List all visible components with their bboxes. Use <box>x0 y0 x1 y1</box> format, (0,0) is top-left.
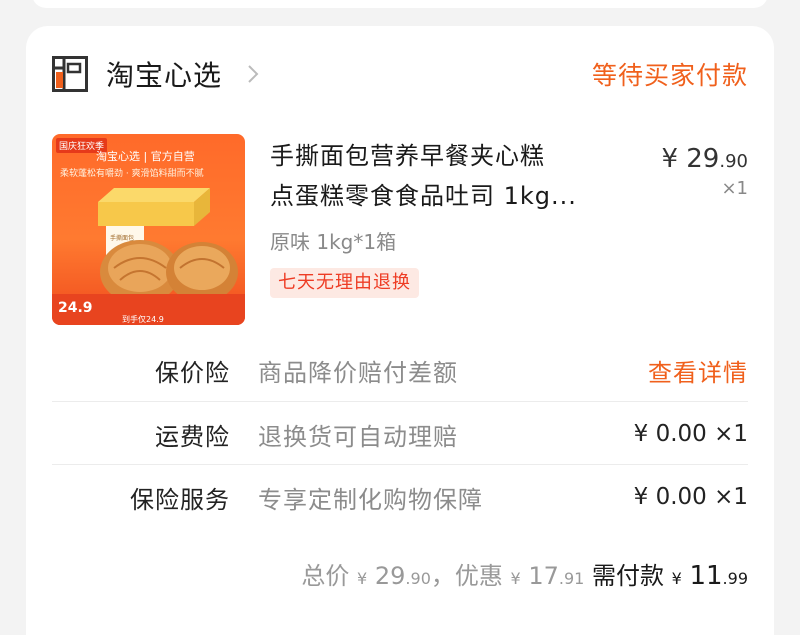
separator: ， <box>430 562 455 590</box>
service-label: 运费险 <box>155 422 230 451</box>
service-label: 保险服务 <box>130 485 230 514</box>
service-amount: ¥ 0.00 ×1 <box>633 484 748 510</box>
service-desc: 专享定制化购物保障 <box>258 485 483 514</box>
price-decimal: .90 <box>719 151 748 172</box>
product-quantity: ×1 <box>721 178 748 199</box>
service-row-insurance: 保险服务 专享定制化购物保障 ¥ 0.00 ×1 <box>52 467 748 527</box>
service-row-price-protection: 保价险 商品降价赔付差额 查看详情 <box>52 340 748 400</box>
service-amount: ¥ 0.00 ×1 <box>633 421 748 447</box>
view-details-link[interactable]: 查看详情 <box>648 353 748 388</box>
product-thumbnail[interactable]: 国庆狂欢季 淘宝心选 | 官方自营 柔软蓬松有嚼劲 · 爽滑馅料甜而不腻 手撕面… <box>52 134 245 325</box>
product-title-line2: 点蛋糕零食食品吐司 1kg... <box>270 182 577 210</box>
total-integer: 29 <box>374 562 406 590</box>
service-row-shipping-insurance: 运费险 退换货可自动理赔 ¥ 0.00 ×1 <box>52 404 748 464</box>
currency: ¥ <box>510 569 521 588</box>
thumb-price: 24.9 <box>58 300 93 316</box>
amount-due-label: 需付款 <box>591 562 664 590</box>
divider <box>52 401 748 402</box>
svg-text:手撕面包: 手撕面包 <box>110 234 134 242</box>
product-title[interactable]: 手撕面包营养早餐夹心糕 点蛋糕零食食品吐司 1kg... <box>270 136 630 216</box>
chevron-right-icon[interactable] <box>242 63 264 85</box>
amount-due-decimal: .99 <box>722 569 748 588</box>
service-label: 保价险 <box>155 358 230 387</box>
divider <box>52 464 748 465</box>
product-price: ¥ 29.90 <box>661 144 748 174</box>
previous-order-card <box>32 0 768 8</box>
product-spec: 原味 1kg*1箱 <box>270 230 397 254</box>
service-desc: 商品降价赔付差额 <box>258 358 458 387</box>
return-policy-badge: 七天无理由退换 <box>270 268 419 298</box>
total-decimal: .90 <box>405 569 431 588</box>
product-title-line1: 手撕面包营养早餐夹心糕 <box>270 142 545 170</box>
price-integer: 29 <box>686 144 720 174</box>
discount-integer: 17 <box>528 562 559 590</box>
shop-header[interactable]: 淘宝心选 等待买家付款 <box>52 54 748 94</box>
discount-decimal: .91 <box>558 569 585 588</box>
order-summary: 总价 ¥ 29.90，优惠 ¥ 17.91 需付款 ¥ 11.99 <box>301 556 748 591</box>
currency: ¥ <box>671 569 682 588</box>
order-card: 淘宝心选 等待买家付款 国庆狂欢季 淘宝心选 | 官方自营 柔软蓬松有嚼劲 · … <box>26 26 774 635</box>
order-status: 等待买家付款 <box>591 61 748 90</box>
service-desc: 退换货可自动理赔 <box>258 422 458 451</box>
thumb-subtext: 到手仅24.9 <box>122 315 164 324</box>
amount-due-integer: 11 <box>689 561 723 591</box>
total-label: 总价 <box>301 562 350 590</box>
currency: ¥ <box>357 569 368 588</box>
shop-name[interactable]: 淘宝心选 <box>106 54 222 94</box>
price-currency: ¥ <box>661 144 678 174</box>
discount-label: 优惠 <box>454 562 503 590</box>
shop-logo-icon <box>52 56 88 92</box>
bread-illustration: 手撕面包 <box>52 188 245 325</box>
